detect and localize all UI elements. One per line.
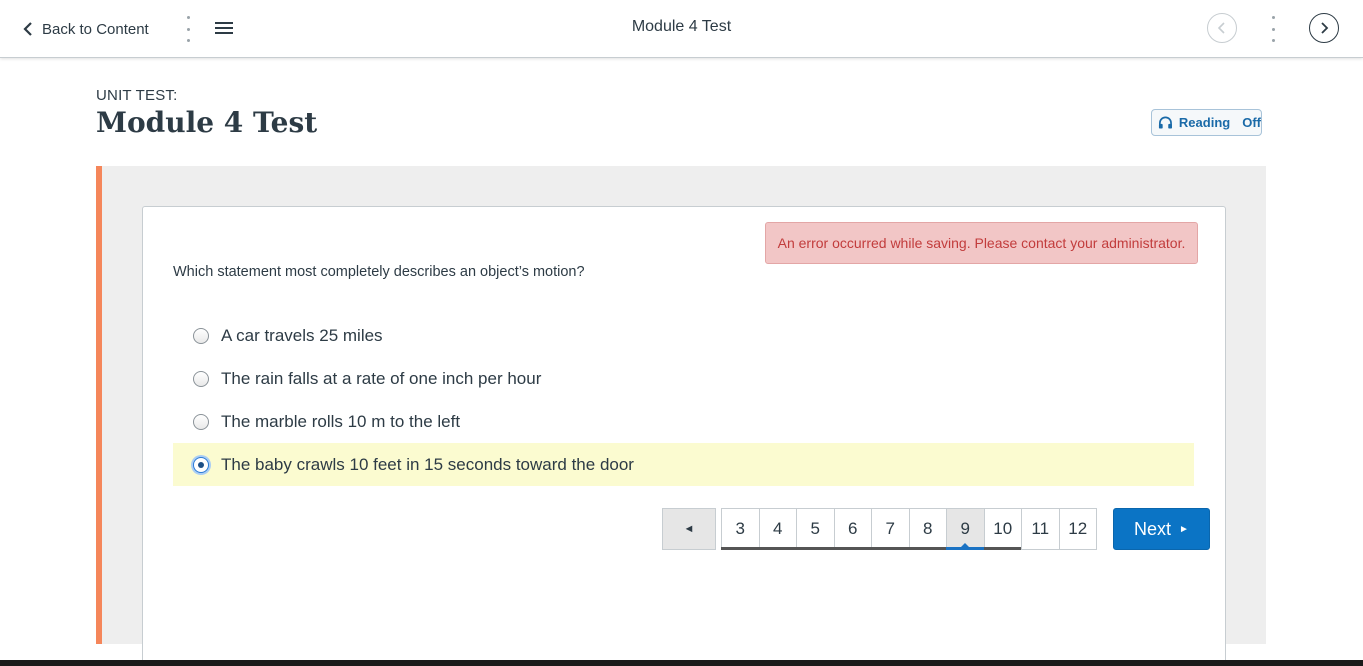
answer-label: The rain falls at a rate of one inch per… xyxy=(221,368,542,388)
topbar-title: Module 4 Test xyxy=(631,18,732,35)
radio-button[interactable] xyxy=(193,327,209,344)
page-button-10[interactable]: 10 xyxy=(983,508,1022,550)
unit-test-label: UNIT TEST: xyxy=(96,87,178,104)
question-frame: An error occurred while saving. Please c… xyxy=(96,166,1266,666)
page-button-8[interactable]: 8 xyxy=(908,508,947,550)
error-alert: An error occurred while saving. Please c… xyxy=(765,222,1198,264)
answer-label: The marble rolls 10 m to the left xyxy=(221,411,461,431)
triangle-right-icon: ► xyxy=(1179,523,1189,535)
page-button-5[interactable]: 5 xyxy=(796,508,835,550)
page-button-3[interactable]: 3 xyxy=(721,508,760,550)
page-button-11[interactable]: 11 xyxy=(1021,508,1060,550)
answer-option[interactable]: The rain falls at a rate of one inch per… xyxy=(173,357,1194,400)
accent-bar xyxy=(96,166,102,644)
reading-state: Off xyxy=(1242,115,1261,130)
question-card: An error occurred while saving. Please c… xyxy=(142,206,1226,666)
next-button-label: Next xyxy=(1134,518,1172,539)
page-button-4[interactable]: 4 xyxy=(758,508,797,550)
next-button[interactable]: Next ► xyxy=(1113,508,1210,550)
pagination-prev-button[interactable]: ◄ xyxy=(662,508,716,550)
top-navigation-bar: Back to Content Module 4 Test xyxy=(0,0,1363,58)
previous-item-button[interactable] xyxy=(1207,13,1237,43)
page-title: Module 4 Test xyxy=(96,106,318,139)
page-button-12[interactable]: 12 xyxy=(1058,508,1097,550)
answer-option[interactable]: The marble rolls 10 m to the left xyxy=(173,400,1194,443)
reading-toggle-button[interactable]: Reading Off xyxy=(1151,109,1262,136)
answer-label: The baby crawls 10 feet in 15 seconds to… xyxy=(221,454,634,474)
more-options-icon[interactable] xyxy=(1271,16,1275,42)
chevron-right-icon xyxy=(1321,22,1329,34)
radio-button-selected[interactable] xyxy=(193,456,209,473)
answer-option[interactable]: A car travels 25 miles xyxy=(173,314,1194,357)
page-button-7[interactable]: 7 xyxy=(871,508,910,550)
headphones-icon xyxy=(1158,116,1172,129)
radio-button[interactable] xyxy=(193,413,209,430)
triangle-left-icon: ◄ xyxy=(683,523,695,535)
page-button-6[interactable]: 6 xyxy=(833,508,872,550)
page-button-9-current[interactable]: 9 xyxy=(946,508,985,550)
chevron-left-icon xyxy=(1217,22,1225,34)
reading-label: Reading xyxy=(1178,115,1231,130)
answer-label: A car travels 25 miles xyxy=(221,325,383,345)
answer-option-selected[interactable]: The baby crawls 10 feet in 15 seconds to… xyxy=(173,443,1194,486)
radio-button[interactable] xyxy=(193,370,209,387)
question-text: Which statement most completely describe… xyxy=(173,264,585,280)
next-item-button[interactable] xyxy=(1309,13,1339,43)
bottom-strip xyxy=(0,660,1363,666)
pagination: 3 4 5 6 7 8 9 10 11 12 xyxy=(721,508,1097,550)
